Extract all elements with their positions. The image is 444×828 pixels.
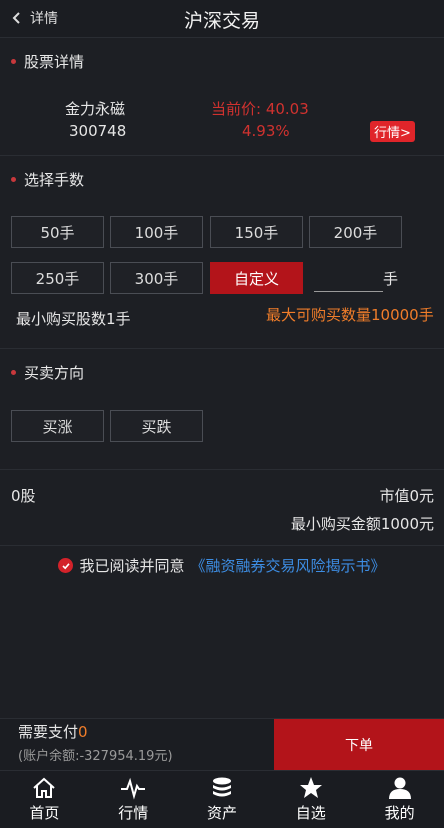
tab-label: 自选 <box>295 804 326 822</box>
check-circle-icon[interactable] <box>58 558 74 573</box>
lot-option-150[interactable]: 150手 <box>210 216 303 248</box>
lot-option-custom[interactable]: 自定义 <box>210 262 303 294</box>
bullet-dot <box>11 176 16 182</box>
buy-up-button[interactable]: 买涨 <box>11 410 104 442</box>
min-amount: 最小购买金额1000元 <box>290 515 434 533</box>
direction-section: 买卖方向 买涨 买跌 <box>0 349 444 470</box>
payment-label: 需要支付0 <box>18 721 88 742</box>
share-count: 0股 <box>11 487 36 505</box>
tab-label: 资产 <box>206 804 237 822</box>
coins-icon <box>212 777 231 797</box>
market-value: 市值0元 <box>379 487 434 505</box>
agreement-link[interactable]: 《融资融券交易风险揭示书》 <box>191 555 386 576</box>
star-icon <box>299 777 322 798</box>
lot-option-300[interactable]: 300手 <box>110 262 203 294</box>
section-header: 买卖方向 <box>0 349 444 395</box>
agreement-row: 我已阅读并同意 《融资融券交易风险揭示书》 <box>0 555 444 576</box>
stock-name: 金力永磁 <box>65 100 126 118</box>
bullet-dot <box>11 369 16 375</box>
lot-unit-label: 手 <box>383 270 399 288</box>
stock-code: 300748 <box>69 122 127 140</box>
tab-label: 首页 <box>29 804 60 822</box>
section-title: 买卖方向 <box>24 363 85 382</box>
custom-lot-input[interactable] <box>314 262 383 292</box>
pulse-icon <box>121 777 146 800</box>
buy-down-button[interactable]: 买跌 <box>110 410 203 442</box>
lot-select-section: 选择手数 50手 100手 150手 200手 250手 300手 自定义 手 … <box>0 156 444 349</box>
place-order-button[interactable]: 下单 <box>274 719 444 771</box>
tab-assets[interactable]: 资产 <box>178 771 267 828</box>
max-lot-text: 最大可购买数量10000手 <box>266 306 434 324</box>
home-icon <box>33 777 56 798</box>
payment-value: 0 <box>78 723 88 741</box>
section-header: 股票详情 <box>0 38 444 84</box>
top-nav-bar: 详情 沪深交易 <box>0 0 444 38</box>
bottom-tab-bar: 首页 行情 资产 自选 我的 <box>0 770 444 828</box>
quote-button[interactable]: 行情> <box>370 121 415 142</box>
lot-option-250[interactable]: 250手 <box>11 262 104 294</box>
tab-market[interactable]: 行情 <box>89 771 178 828</box>
agreement-text: 我已阅读并同意 <box>79 557 185 575</box>
bullet-dot <box>11 58 16 64</box>
lot-option-200[interactable]: 200手 <box>309 216 402 248</box>
user-icon <box>388 777 411 799</box>
payment-label-text: 需要支付 <box>18 723 79 741</box>
section-title: 选择手数 <box>24 170 85 189</box>
tab-home[interactable]: 首页 <box>0 771 89 828</box>
payment-bar: 需要支付0 (账户余额:-327954.19元) 下单 <box>0 718 444 771</box>
current-price: 当前价: 40.03 <box>211 100 309 118</box>
page-title: 沪深交易 <box>183 10 260 32</box>
tab-label: 行情 <box>118 804 149 822</box>
account-balance: (账户余额:-327954.19元) <box>18 749 173 764</box>
min-lot-text: 最小购买股数1手 <box>16 310 131 328</box>
price-change: 4.93% <box>242 122 290 140</box>
lot-option-50[interactable]: 50手 <box>11 216 104 248</box>
order-summary: 0股 市值0元 最小购买金额1000元 <box>0 470 444 546</box>
tab-profile[interactable]: 我的 <box>355 771 444 828</box>
tab-label: 我的 <box>384 804 415 822</box>
section-title: 股票详情 <box>24 52 85 71</box>
section-header: 选择手数 <box>0 156 444 202</box>
lot-option-100[interactable]: 100手 <box>110 216 203 248</box>
tab-watchlist[interactable]: 自选 <box>266 771 355 828</box>
